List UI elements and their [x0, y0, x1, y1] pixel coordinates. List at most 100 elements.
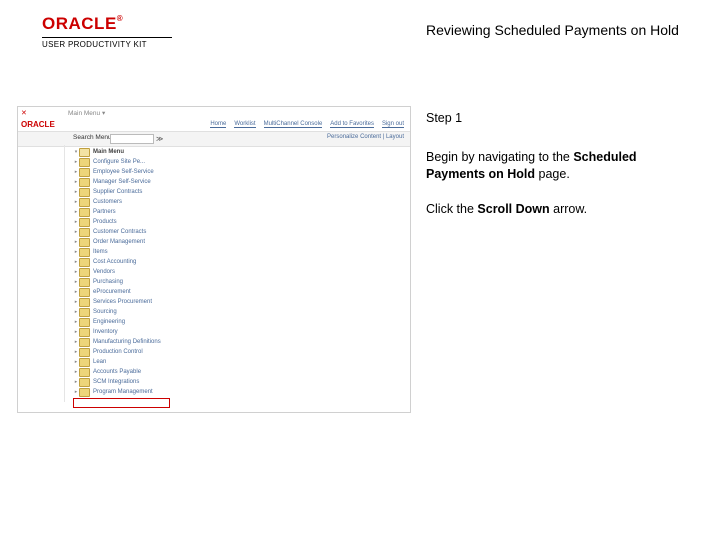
tree-item-label: Services Procurement	[93, 299, 152, 305]
page-title: Reviewing Scheduled Payments on Hold	[426, 22, 679, 38]
tree-root[interactable]: ▾ Main Menu	[73, 147, 173, 157]
folder-icon	[79, 168, 90, 177]
folder-icon	[79, 348, 90, 357]
folder-icon	[79, 188, 90, 197]
tree-item[interactable]: ▸Engineering	[73, 317, 173, 327]
nav-favorites[interactable]: Add to Favorites	[330, 121, 374, 128]
app-titlebar: ✕ Main Menu ▾	[18, 107, 410, 119]
main-menu-dropdown[interactable]: Main Menu ▾	[68, 109, 105, 117]
instruction-paragraph-2: Click the Scroll Down arrow.	[426, 201, 686, 218]
nav-home[interactable]: Home	[210, 121, 226, 128]
nav-worklist[interactable]: Worklist	[234, 121, 255, 128]
tree-item[interactable]: ▸Inventory	[73, 327, 173, 337]
tree-item[interactable]: ▸Manager Self-Service	[73, 177, 173, 187]
tree-item-label: Supplier Contracts	[93, 189, 142, 195]
tree-item[interactable]: ▸Order Management	[73, 237, 173, 247]
folder-icon	[79, 148, 90, 157]
step-label: Step 1	[426, 110, 686, 127]
search-menu-label: Search Menu:	[73, 134, 113, 141]
tree-item-label: Customer Contracts	[93, 229, 146, 235]
folder-icon	[79, 388, 90, 397]
logo-divider	[42, 37, 172, 38]
tree-item-label: eProcurement	[93, 289, 131, 295]
scroll-down-highlight[interactable]	[73, 398, 170, 408]
search-input[interactable]	[110, 134, 154, 144]
tree-item-label: Lean	[93, 359, 106, 365]
tree-item-label: Purchasing	[93, 279, 123, 285]
instruction-paragraph-1: Begin by navigating to the Scheduled Pay…	[426, 149, 686, 183]
tree-item[interactable]: ▸Customers	[73, 197, 173, 207]
folder-icon	[79, 208, 90, 217]
tree-item[interactable]: ▸Program Management	[73, 387, 173, 397]
folder-icon	[79, 238, 90, 247]
folder-icon	[79, 228, 90, 237]
folder-icon	[79, 328, 90, 337]
tree-item-label: Items	[93, 249, 108, 255]
tree-item-label: Accounts Payable	[93, 369, 141, 375]
tree-item[interactable]: ▸eProcurement	[73, 287, 173, 297]
folder-icon	[79, 308, 90, 317]
folder-icon	[79, 368, 90, 377]
tree-item[interactable]: ▸Production Control	[73, 347, 173, 357]
tree-item[interactable]: ▸Purchasing	[73, 277, 173, 287]
header-nav-links: Home Worklist MultiChannel Console Add t…	[210, 121, 404, 128]
tree-item[interactable]: ▸Customer Contracts	[73, 227, 173, 237]
tree-item-label: Production Control	[93, 349, 143, 355]
nav-multichannel[interactable]: MultiChannel Console	[264, 121, 323, 128]
folder-icon	[79, 268, 90, 277]
oracle-upk-subtext: USER PRODUCTIVITY KIT	[42, 40, 172, 49]
folder-icon	[79, 178, 90, 187]
tree-item[interactable]: ▸Lean	[73, 357, 173, 367]
tree-item[interactable]: ▸SCM Integrations	[73, 377, 173, 387]
folder-icon	[79, 258, 90, 267]
instruction-panel: Step 1 Begin by navigating to the Schedu…	[426, 110, 686, 218]
tree-item-label: Cost Accounting	[93, 259, 136, 265]
folder-icon	[79, 288, 90, 297]
folder-icon	[79, 318, 90, 327]
tree-item-label: Customers	[93, 199, 122, 205]
tree-item[interactable]: ▸Sourcing	[73, 307, 173, 317]
folder-icon	[79, 358, 90, 367]
search-menu-row: Search Menu: ≫ Personalize Content | Lay…	[18, 132, 410, 147]
folder-icon	[79, 338, 90, 347]
search-go-icon[interactable]: ≫	[156, 135, 163, 143]
tree-item[interactable]: ▸Services Procurement	[73, 297, 173, 307]
folder-icon	[79, 278, 90, 287]
tree-item[interactable]: ▸Vendors	[73, 267, 173, 277]
tree-item-label: SCM Integrations	[93, 379, 139, 385]
folder-icon	[79, 158, 90, 167]
oracle-upk-logo: ORACLE® USER PRODUCTIVITY KIT	[42, 14, 172, 49]
close-icon[interactable]: ✕	[21, 109, 27, 117]
tree-item[interactable]: ▸Partners	[73, 207, 173, 217]
folder-icon	[79, 198, 90, 207]
oracle-brand-text: ORACLE®	[42, 14, 123, 33]
tree-item-label: Sourcing	[93, 309, 117, 315]
personalize-content-link[interactable]: Personalize Content | Layout	[327, 134, 404, 140]
tree-item-label: Products	[93, 219, 117, 225]
app-brand-logo: ORACLE	[21, 120, 55, 129]
tree-item[interactable]: ▸Employee Self-Service	[73, 167, 173, 177]
embedded-screenshot: ✕ Main Menu ▾ ORACLE Home Worklist Multi…	[17, 106, 411, 413]
tree-item-label: Engineering	[93, 319, 125, 325]
tree-item[interactable]: ▸Configure Site Pe...	[73, 157, 173, 167]
tree-item[interactable]: ▸Supplier Contracts	[73, 187, 173, 197]
tree-item-label: Inventory	[93, 329, 118, 335]
nav-signout[interactable]: Sign out	[382, 121, 404, 128]
tree-item[interactable]: ▸Accounts Payable	[73, 367, 173, 377]
tree-item-label: Program Management	[93, 389, 153, 395]
tree-item[interactable]: ▸Products	[73, 217, 173, 227]
app-header: ORACLE Home Worklist MultiChannel Consol…	[18, 119, 410, 132]
tree-item[interactable]: ▸Manufacturing Definitions	[73, 337, 173, 347]
tree-item[interactable]: ▸Cost Accounting	[73, 257, 173, 267]
navigation-tree: ▾ Main Menu ▸Configure Site Pe...▸Employ…	[73, 147, 173, 397]
tree-item[interactable]: ▸Items	[73, 247, 173, 257]
folder-icon	[79, 248, 90, 257]
tree-item-label: Configure Site Pe...	[93, 159, 145, 165]
tree-item-label: Manager Self-Service	[93, 179, 151, 185]
tree-item-label: Order Management	[93, 239, 145, 245]
folder-icon	[79, 298, 90, 307]
folder-icon	[79, 218, 90, 227]
tree-item-label: Vendors	[93, 269, 115, 275]
folder-icon	[79, 378, 90, 387]
tree-item-label: Employee Self-Service	[93, 169, 154, 175]
